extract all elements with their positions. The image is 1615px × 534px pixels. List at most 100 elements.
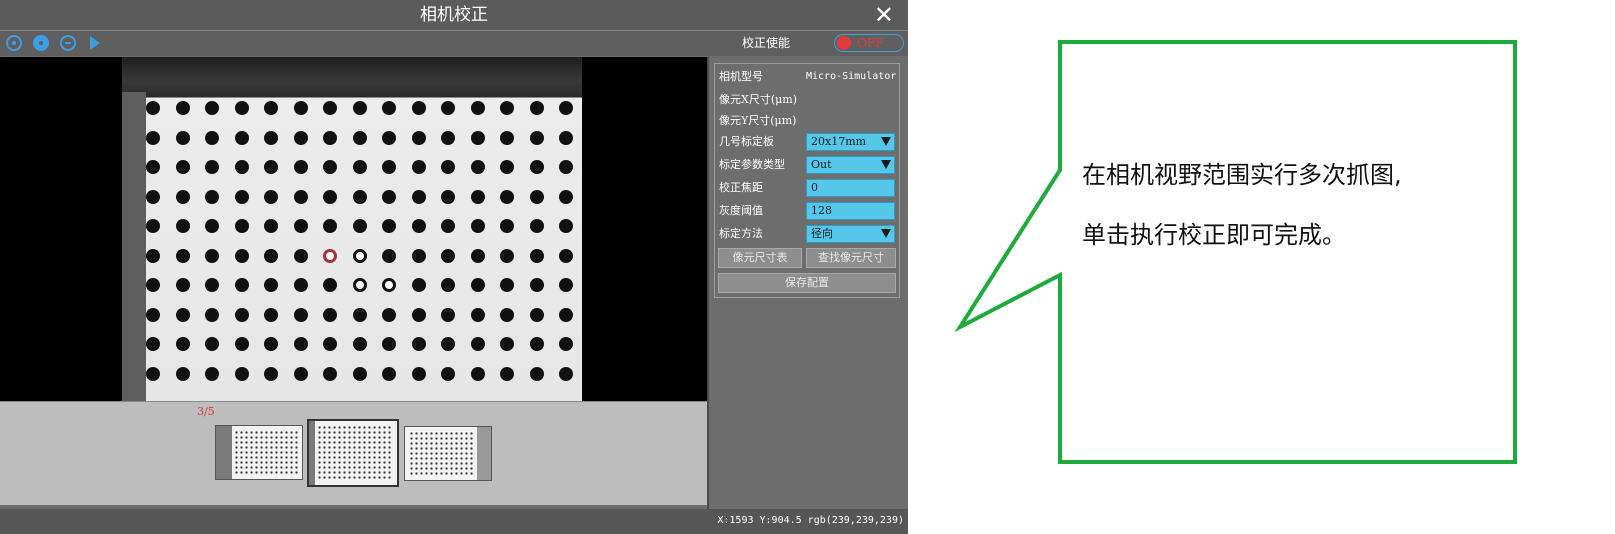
board-dot xyxy=(441,160,455,174)
board-dot xyxy=(411,160,426,174)
board-dot xyxy=(500,248,514,263)
board-dot xyxy=(529,278,544,292)
board-dot xyxy=(352,337,367,351)
board-dot xyxy=(234,130,249,145)
board-dot xyxy=(323,366,337,381)
calibration-toggle[interactable]: OFF xyxy=(834,34,904,52)
board-select[interactable]: 20x17mm xyxy=(806,133,895,151)
board-dot xyxy=(559,101,573,115)
board-dot xyxy=(323,307,337,322)
chevron-down-icon xyxy=(881,160,891,169)
board-dot xyxy=(470,366,485,381)
board-dot xyxy=(470,130,485,145)
board-dot xyxy=(175,189,190,204)
thumbnail-2-selected[interactable] xyxy=(307,419,399,487)
board-dot xyxy=(146,248,160,263)
board-dot xyxy=(323,248,337,263)
board-dot xyxy=(323,130,337,145)
board-dot xyxy=(264,160,278,174)
board-dot xyxy=(441,101,455,115)
board-dot xyxy=(411,366,426,381)
board-dot xyxy=(352,248,367,263)
play-icon[interactable] xyxy=(90,36,100,50)
minus-circle-icon[interactable] xyxy=(60,35,76,51)
image-viewer[interactable] xyxy=(0,57,707,401)
board-dot xyxy=(293,160,308,174)
board-dot xyxy=(529,130,544,145)
board-dot xyxy=(175,248,190,263)
method-label: 标定方法 xyxy=(719,227,763,240)
board-dot xyxy=(529,160,544,174)
board-dot xyxy=(500,130,514,145)
board-dot xyxy=(382,189,396,204)
board-dot xyxy=(352,366,367,381)
board-dot xyxy=(559,160,573,174)
board-dot xyxy=(382,366,396,381)
board-dot xyxy=(293,219,308,233)
board-dot xyxy=(500,101,514,115)
board-dot xyxy=(470,307,485,322)
board-dot xyxy=(146,219,160,233)
board-dot xyxy=(441,248,455,263)
board-dot xyxy=(500,366,514,381)
board-dot xyxy=(352,189,367,204)
board-dot xyxy=(352,101,367,115)
cursor-readout: X:1593 Y:904.5 rgb(239,239,239) xyxy=(717,515,904,526)
calibration-enable-label: 校正使能 xyxy=(742,36,791,50)
gray-threshold-value: 128 xyxy=(811,204,832,217)
board-dot xyxy=(382,160,396,174)
focal-input[interactable]: 0 xyxy=(806,179,895,197)
board-dot xyxy=(146,189,160,204)
board-dot xyxy=(264,189,278,204)
board-dot xyxy=(529,307,544,322)
board-dot xyxy=(175,278,190,292)
board-dot xyxy=(175,307,190,322)
board-dot xyxy=(205,248,219,263)
board-dot xyxy=(411,189,426,204)
board-dot xyxy=(234,307,249,322)
chevron-down-icon xyxy=(881,137,891,146)
thumbnail-1[interactable] xyxy=(215,425,303,480)
board-dot xyxy=(382,307,396,322)
board-dot xyxy=(500,278,514,292)
window-title: 相机校正 xyxy=(420,5,488,25)
board-dot xyxy=(264,101,278,115)
board-edge xyxy=(122,92,146,401)
board-dot xyxy=(293,130,308,145)
board-dot xyxy=(559,307,573,322)
title-bar: 相机校正 ✕ xyxy=(0,0,908,31)
board-dot xyxy=(146,130,160,145)
pixel-table-button[interactable]: 像元尺寸表 xyxy=(718,248,802,268)
pixel-x-label: 像元X尺寸(μm) xyxy=(719,93,797,106)
board-dot xyxy=(441,366,455,381)
board-dot xyxy=(175,160,190,174)
aperture-icon[interactable] xyxy=(33,35,49,51)
board-dot xyxy=(264,366,278,381)
method-select[interactable]: 径向 xyxy=(806,225,895,243)
board-dot xyxy=(382,248,396,263)
circle-play-icon[interactable] xyxy=(6,35,22,51)
board-dot xyxy=(205,189,219,204)
board-dot xyxy=(411,278,426,292)
param-type-label: 标定参数类型 xyxy=(719,158,785,171)
board-dot xyxy=(559,189,573,204)
board-dot xyxy=(500,160,514,174)
board-dot xyxy=(146,101,160,115)
board-dot xyxy=(441,278,455,292)
board-dot xyxy=(382,278,396,292)
close-icon[interactable]: ✕ xyxy=(874,0,894,30)
board-dot xyxy=(175,130,190,145)
thumbnail-3[interactable] xyxy=(404,426,492,481)
camera-model-value: Micro-Simulator xyxy=(806,71,897,82)
param-type-select[interactable]: Out xyxy=(806,156,895,174)
board-dot xyxy=(146,307,160,322)
board-dot xyxy=(352,307,367,322)
board-dot xyxy=(470,337,485,351)
board-dot xyxy=(470,219,485,233)
pixel-y-label: 像元Y尺寸(μm) xyxy=(719,114,797,127)
board-dot xyxy=(293,337,308,351)
find-pixel-button[interactable]: 查找像元尺寸 xyxy=(806,248,896,268)
gray-threshold-input[interactable]: 128 xyxy=(806,202,895,220)
save-config-button[interactable]: 保存配置 xyxy=(718,273,896,293)
board-dot xyxy=(293,101,308,115)
